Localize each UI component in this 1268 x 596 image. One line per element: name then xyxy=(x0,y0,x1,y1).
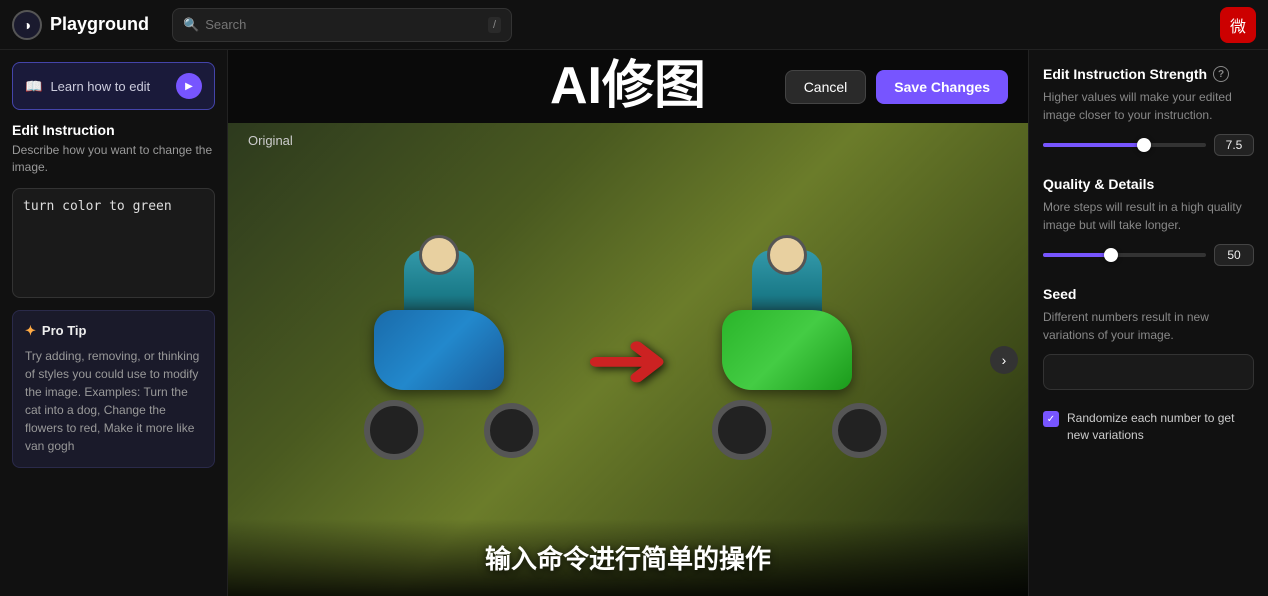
save-button[interactable]: Save Changes xyxy=(876,70,1008,104)
right-sidebar: Edit Instruction Strength ? Higher value… xyxy=(1028,50,1268,596)
edit-instruction-title: Edit Instruction xyxy=(12,122,215,138)
moto-scene: ➜ 输入命令进行简单的操作 xyxy=(228,123,1028,596)
logo-area: ◑ Playground xyxy=(12,10,162,40)
topnav: ◑ Playground 🔍 / 微 xyxy=(0,0,1268,50)
learn-button[interactable]: 📖 Learn how to edit ▶ xyxy=(12,62,215,110)
edit-instruction-section: Edit Instruction Describe how you want t… xyxy=(12,122,215,176)
quality-desc: More steps will result in a high quality… xyxy=(1043,198,1254,234)
cancel-button[interactable]: Cancel xyxy=(785,70,867,104)
wheel-front-right xyxy=(832,403,887,458)
center-content: AI修图 Cancel Save Changes Original xyxy=(228,50,1028,596)
moto-body-green xyxy=(722,310,852,390)
strength-title: Edit Instruction Strength ? xyxy=(1043,66,1254,82)
instruction-input[interactable]: turn color to green xyxy=(12,188,215,298)
pro-tip-box: ✦ Pro Tip Try adding, removing, or think… xyxy=(12,310,215,468)
strength-slider-track[interactable] xyxy=(1043,143,1206,147)
strength-slider-fill xyxy=(1043,143,1144,147)
arrow-container: ➜ xyxy=(594,313,661,406)
red-arrow-icon: ➜ xyxy=(584,313,671,406)
search-icon: 🔍 xyxy=(183,17,199,33)
edit-instruction-desc: Describe how you want to change the imag… xyxy=(12,142,215,176)
seed-input[interactable] xyxy=(1043,354,1254,390)
learn-label: Learn how to edit xyxy=(50,79,150,94)
main-layout: 📖 Learn how to edit ▶ Edit Instruction D… xyxy=(0,50,1268,596)
rider-head-right xyxy=(767,235,807,275)
seed-title: Seed xyxy=(1043,286,1254,302)
avatar[interactable]: 微 xyxy=(1220,7,1256,43)
quality-slider-thumb[interactable] xyxy=(1104,248,1118,262)
pro-tip-title: ✦ Pro Tip xyxy=(25,323,202,339)
randomize-row: ✓ Randomize each number to get new varia… xyxy=(1043,410,1254,444)
strength-desc: Higher values will make your edited imag… xyxy=(1043,88,1254,124)
action-buttons: Cancel Save Changes xyxy=(785,70,1008,104)
wheel-back-right xyxy=(712,400,772,460)
quality-value: 50 xyxy=(1214,244,1254,266)
moto-right xyxy=(702,250,902,470)
pro-tip-text: Try adding, removing, or thinking of sty… xyxy=(25,347,202,455)
next-button[interactable]: › xyxy=(990,346,1018,374)
search-input[interactable] xyxy=(205,17,482,32)
wheel-back-left xyxy=(364,400,424,460)
strength-section: Edit Instruction Strength ? Higher value… xyxy=(1043,66,1254,156)
quality-slider-fill xyxy=(1043,253,1111,257)
pro-tip-label: Pro Tip xyxy=(42,323,87,338)
seed-section: Seed Different numbers result in new var… xyxy=(1043,286,1254,390)
tip-star-icon: ✦ xyxy=(25,323,36,339)
search-shortcut: / xyxy=(488,17,501,33)
seed-desc: Different numbers result in new variatio… xyxy=(1043,308,1254,344)
randomize-label: Randomize each number to get new variati… xyxy=(1067,410,1254,444)
left-sidebar: 📖 Learn how to edit ▶ Edit Instruction D… xyxy=(0,50,228,596)
original-label: Original xyxy=(248,133,293,148)
rider-head-left xyxy=(419,235,459,275)
wheel-front-left xyxy=(484,403,539,458)
center-header: AI修图 Cancel Save Changes xyxy=(228,50,1028,123)
quality-slider-track[interactable] xyxy=(1043,253,1206,257)
strength-slider-thumb[interactable] xyxy=(1137,138,1151,152)
overlay-text: 输入命令进行简单的操作 xyxy=(248,539,1008,576)
randomize-checkbox[interactable]: ✓ xyxy=(1043,411,1059,427)
play-button[interactable]: ▶ xyxy=(176,73,202,99)
play-icon: ▶ xyxy=(185,81,193,92)
logo-icon: ◑ xyxy=(12,10,42,40)
strength-value: 7.5 xyxy=(1214,134,1254,156)
search-bar[interactable]: 🔍 / xyxy=(172,8,512,42)
quality-slider-container: 50 xyxy=(1043,244,1254,266)
app-title: Playground xyxy=(50,14,149,35)
moto-left xyxy=(354,250,554,470)
strength-info-icon[interactable]: ? xyxy=(1213,66,1229,82)
strength-slider-container: 7.5 xyxy=(1043,134,1254,156)
image-viewer: Original ➜ xyxy=(228,123,1028,596)
bottom-overlay: 输入命令进行简单的操作 xyxy=(228,519,1028,596)
book-icon: 📖 xyxy=(25,78,42,95)
quality-title: Quality & Details xyxy=(1043,176,1254,192)
moto-body-blue xyxy=(374,310,504,390)
quality-section: Quality & Details More steps will result… xyxy=(1043,176,1254,266)
